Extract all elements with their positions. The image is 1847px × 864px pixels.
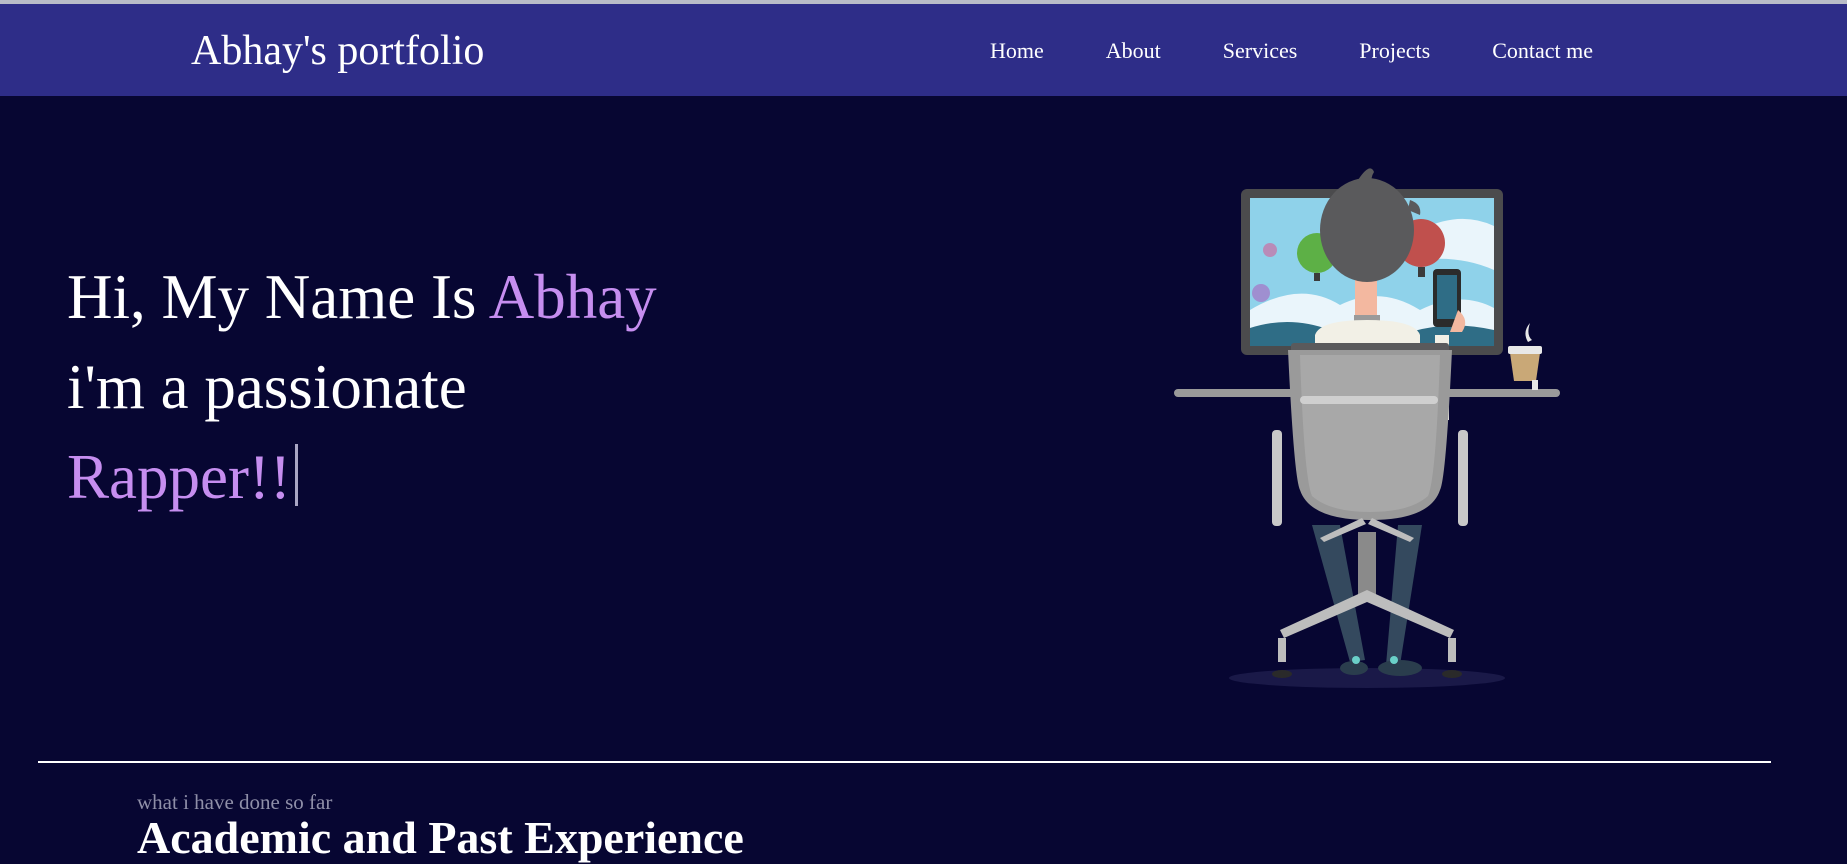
hero-line-3: Rapper!! xyxy=(67,432,657,522)
hero-line-2: i'm a passionate xyxy=(67,352,467,422)
navbar: Abhay's portfolio Home About Services Pr… xyxy=(0,4,1847,96)
hero-line-1: Hi, My Name Is Abhay xyxy=(67,252,657,342)
hero-greeting: Hi, My Name Is xyxy=(67,262,489,332)
nav-link-about[interactable]: About xyxy=(1106,38,1161,64)
typed-text: Rapper!! xyxy=(67,442,291,512)
hero-name: Abhay xyxy=(488,262,657,332)
person-at-desk-illustration xyxy=(1170,160,1570,700)
brand-title[interactable]: Abhay's portfolio xyxy=(191,26,484,76)
section-subtitle: what i have done so far xyxy=(137,790,333,814)
nav-link-home[interactable]: Home xyxy=(990,38,1044,64)
nav-link-projects[interactable]: Projects xyxy=(1359,38,1430,64)
nav-links: Home About Services Projects Contact me xyxy=(990,38,1593,64)
section-divider xyxy=(38,761,1771,763)
section-title: Academic and Past Experience xyxy=(137,812,744,863)
typing-caret xyxy=(294,444,298,506)
nav-link-services[interactable]: Services xyxy=(1223,38,1298,64)
nav-link-contact[interactable]: Contact me xyxy=(1492,38,1593,64)
hero-heading: Hi, My Name Is Abhay i'm a passionate Ra… xyxy=(67,252,657,522)
